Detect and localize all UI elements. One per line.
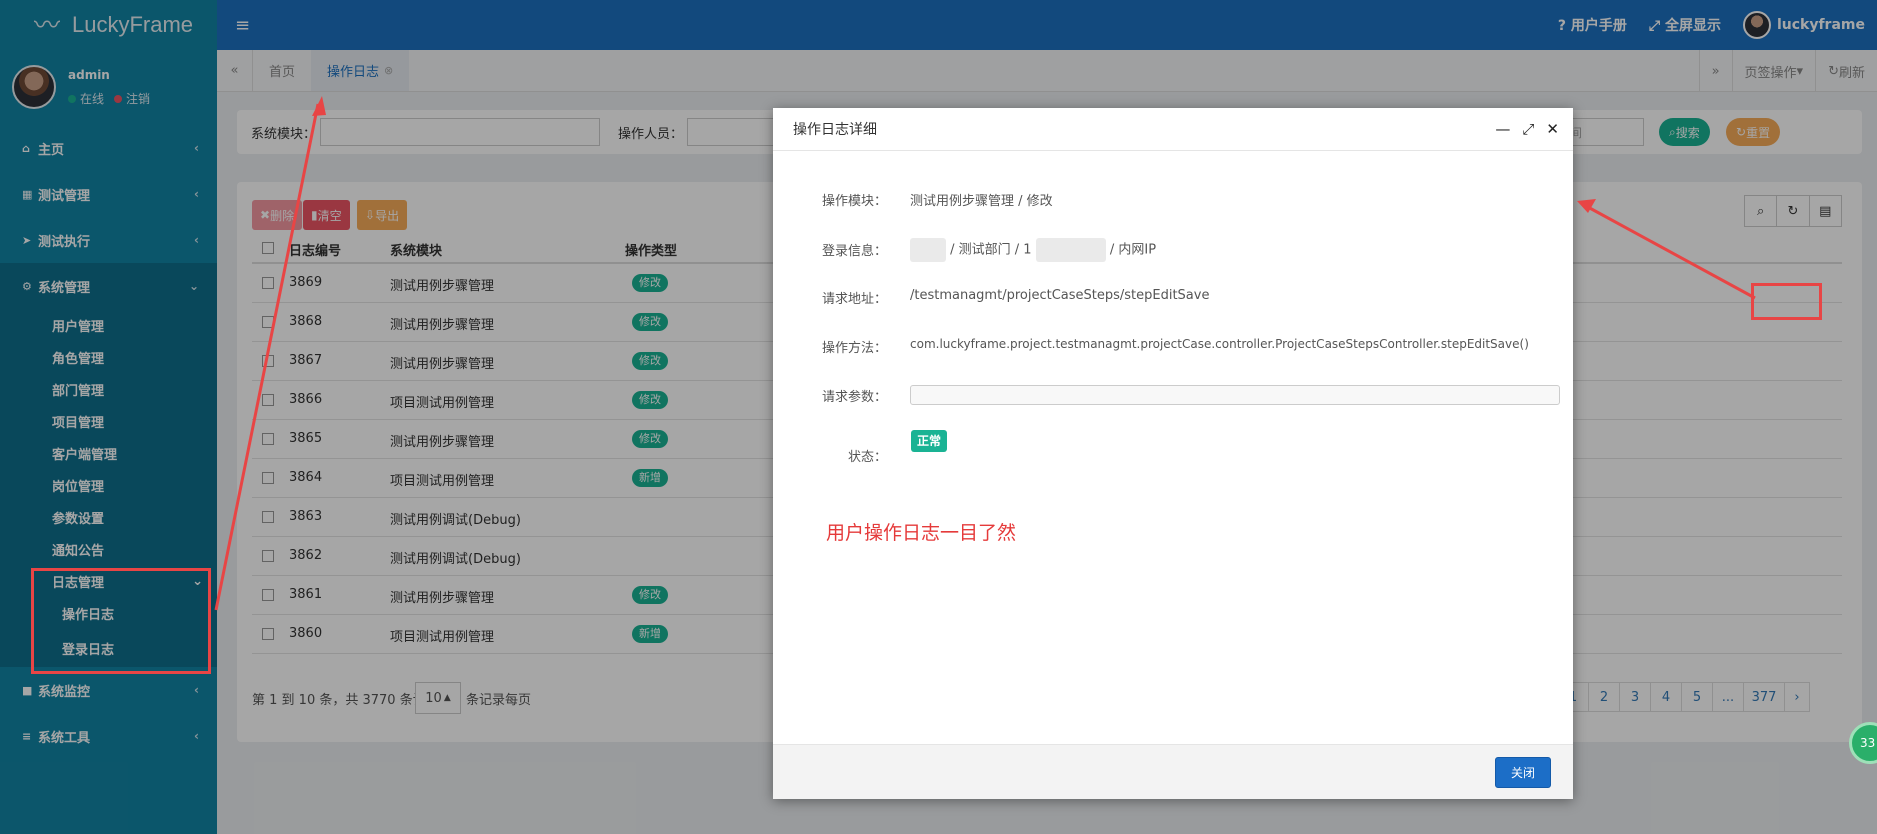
annotation-arrow-left	[214, 103, 320, 611]
annotation-arrows	[214, 96, 1756, 611]
arrow-head-icon	[312, 96, 326, 116]
app: 〰 LuckyFrame admin 在线 注销 ⌂ 主页 ‹ ▦ 测试管理 ‹…	[0, 0, 1877, 834]
annotation-arrow-right	[1585, 204, 1756, 300]
